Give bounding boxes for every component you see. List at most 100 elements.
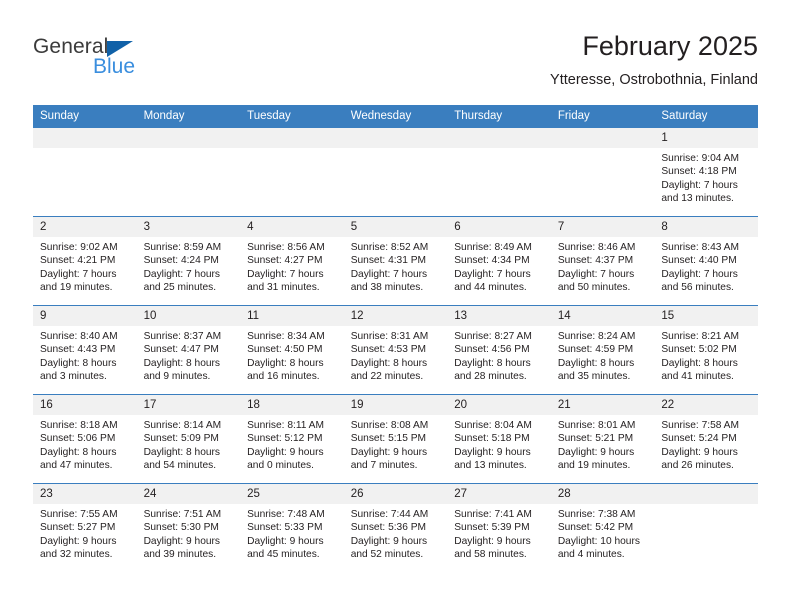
day-number: 5: [343, 217, 448, 237]
sunrise-text: Sunrise: 8:18 AM: [40, 420, 118, 431]
calendar-day-cell[interactable]: 13 Sunrise: 8:27 AM Sunset: 4:56 PM Dayligh…: [447, 305, 551, 395]
daylight-text-line1: Daylight: 9 hours: [143, 535, 221, 547]
sunset-text: Sunset: 5:09 PM: [143, 433, 219, 445]
daylight-text-line1: Daylight: 7 hours: [143, 268, 221, 280]
sunset-text: Sunset: 5:33 PM: [247, 522, 323, 534]
sunrise-text: Sunrise: 9:02 AM: [40, 242, 118, 253]
day-number: 6: [447, 217, 551, 237]
day-number: 8: [654, 217, 758, 237]
calendar-day-cell[interactable]: 26 Sunrise: 7:44 AM Sunset: 5:36 PM Dayligh…: [343, 483, 448, 572]
calendar-day-cell[interactable]: 3 Sunrise: 8:59 AM Sunset: 4:24 PM Daylight…: [136, 216, 241, 306]
calendar-day-cell[interactable]: 16 Sunrise: 8:18 AM Sunset: 5:06 PM Dayligh…: [33, 394, 137, 484]
calendar-day-cell[interactable]: 10 Sunrise: 8:37 AM Sunset: 4:47 PM Dayligh…: [136, 305, 241, 395]
calendar-day-cell[interactable]: 1 Sunrise: 9:04 AM Sunset: 4:18 PM Daylight…: [654, 127, 758, 217]
calendar-day-cell[interactable]: 23 Sunrise: 7:55 AM Sunset: 5:27 PM Dayligh…: [33, 483, 137, 572]
day-cell-inner: 16 Sunrise: 8:18 AM Sunset: 5:06 PM Dayligh…: [33, 395, 137, 483]
day-number: 26: [343, 484, 448, 504]
day-number: 3: [136, 217, 241, 237]
day-number: 13: [447, 306, 551, 326]
day-number: [136, 128, 241, 148]
day-number: [343, 128, 448, 148]
calendar-day-cell[interactable]: 12 Sunrise: 8:31 AM Sunset: 4:53 PM Dayligh…: [343, 305, 448, 395]
daylight-text-line1: Daylight: 7 hours: [661, 179, 738, 191]
sunset-text: Sunset: 4:24 PM: [143, 255, 219, 267]
calendar-day-cell[interactable]: 22 Sunrise: 7:58 AM Sunset: 5:24 PM Dayligh…: [654, 394, 758, 484]
daylight-text-line2: and 41 minutes.: [661, 371, 734, 383]
sunset-text: Sunset: 4:27 PM: [247, 255, 323, 267]
calendar-day-cell-empty: [343, 127, 448, 217]
sunset-text: Sunset: 4:34 PM: [454, 255, 530, 267]
day-cell-inner: 24 Sunrise: 7:51 AM Sunset: 5:30 PM Dayligh…: [136, 484, 241, 572]
calendar-day-cell[interactable]: 25 Sunrise: 7:48 AM Sunset: 5:33 PM Dayligh…: [240, 483, 344, 572]
sunset-text: Sunset: 4:21 PM: [40, 255, 116, 267]
sunrise-text: Sunrise: 8:21 AM: [661, 331, 739, 342]
calendar-day-cell[interactable]: 15 Sunrise: 8:21 AM Sunset: 5:02 PM Dayligh…: [654, 305, 758, 395]
logo-text-blue: Blue: [93, 55, 136, 78]
day-number: 20: [447, 395, 551, 415]
title-block: February 2025 Ytteresse, Ostrobothnia, F…: [550, 30, 758, 90]
daylight-text-line2: and 54 minutes.: [143, 460, 217, 472]
day-cell-inner: 22 Sunrise: 7:58 AM Sunset: 5:24 PM Dayligh…: [654, 395, 758, 483]
calendar-day-cell[interactable]: 8 Sunrise: 8:43 AM Sunset: 4:40 PM Daylight…: [654, 216, 758, 306]
day-details: Sunrise: 8:34 AM Sunset: 4:50 PM Daylight:…: [240, 326, 344, 384]
calendar-day-cell[interactable]: 7 Sunrise: 8:46 AM Sunset: 4:37 PM Daylight…: [550, 216, 655, 306]
calendar-day-cell-empty: [550, 127, 655, 217]
sunset-text: Sunset: 5:21 PM: [557, 433, 634, 445]
daylight-text-line1: Daylight: 7 hours: [350, 268, 428, 280]
day-number: 4: [240, 217, 344, 237]
calendar-day-cell[interactable]: 19 Sunrise: 8:08 AM Sunset: 5:15 PM Dayligh…: [343, 394, 448, 484]
calendar-week-row: 2 Sunrise: 9:02 AM Sunset: 4:21 PM Daylight…: [33, 216, 758, 306]
daylight-text-line2: and 45 minutes.: [247, 549, 320, 561]
calendar-day-cell[interactable]: 14 Sunrise: 8:24 AM Sunset: 4:59 PM Dayligh…: [550, 305, 655, 395]
day-cell-inner: 19 Sunrise: 8:08 AM Sunset: 5:15 PM Dayligh…: [343, 395, 448, 483]
sunset-text: Sunset: 4:59 PM: [557, 344, 634, 356]
calendar-day-cell[interactable]: 11 Sunrise: 8:34 AM Sunset: 4:50 PM Dayligh…: [240, 305, 344, 395]
daylight-text-line1: Daylight: 9 hours: [454, 535, 531, 547]
day-cell-inner: 2 Sunrise: 9:02 AM Sunset: 4:21 PM Daylight…: [33, 217, 137, 305]
day-cell-inner: 21 Sunrise: 8:01 AM Sunset: 5:21 PM Dayligh…: [550, 395, 655, 483]
sunset-text: Sunset: 4:56 PM: [454, 344, 530, 356]
sunrise-text: Sunrise: 8:34 AM: [247, 331, 325, 342]
calendar-day-cell[interactable]: 24 Sunrise: 7:51 AM Sunset: 5:30 PM Dayligh…: [136, 483, 241, 572]
day-cell-inner: 17 Sunrise: 8:14 AM Sunset: 5:09 PM Dayligh…: [136, 395, 241, 483]
calendar-day-cell[interactable]: 27 Sunrise: 7:41 AM Sunset: 5:39 PM Dayligh…: [447, 483, 551, 572]
sunrise-text: Sunrise: 8:52 AM: [350, 242, 429, 253]
calendar-day-cell[interactable]: 21 Sunrise: 8:01 AM Sunset: 5:21 PM Dayligh…: [550, 394, 655, 484]
day-details: Sunrise: 8:08 AM Sunset: 5:15 PM Daylight:…: [344, 415, 448, 473]
day-number: 7: [550, 217, 655, 237]
day-number: 16: [33, 395, 137, 415]
calendar-day-cell[interactable]: 6 Sunrise: 8:49 AM Sunset: 4:34 PM Daylight…: [447, 216, 551, 306]
daylight-text-line2: and 22 minutes.: [350, 371, 424, 383]
sunrise-text: Sunrise: 8:46 AM: [557, 242, 636, 253]
daylight-text-line1: Daylight: 8 hours: [247, 357, 324, 369]
calendar-day-cell[interactable]: 18 Sunrise: 8:11 AM Sunset: 5:12 PM Dayligh…: [240, 394, 344, 484]
day-details: Sunrise: 7:44 AM Sunset: 5:36 PM Daylight:…: [344, 504, 448, 562]
calendar-day-cell[interactable]: 9 Sunrise: 8:40 AM Sunset: 4:43 PM Daylight…: [33, 305, 137, 395]
day-details: Sunrise: 9:04 AM Sunset: 4:18 PM Daylight:…: [654, 148, 758, 206]
day-cell-inner: 6 Sunrise: 8:49 AM Sunset: 4:34 PM Daylight…: [447, 217, 551, 305]
weekday-header-tuesday: Tuesday: [240, 105, 344, 128]
calendar-day-cell[interactable]: 28 Sunrise: 7:38 AM Sunset: 5:42 PM Dayligh…: [550, 483, 655, 572]
day-cell-inner: 15 Sunrise: 8:21 AM Sunset: 5:02 PM Dayligh…: [654, 306, 758, 394]
calendar-day-cell[interactable]: 4 Sunrise: 8:56 AM Sunset: 4:27 PM Daylight…: [240, 216, 344, 306]
sunrise-text: Sunrise: 8:27 AM: [454, 331, 532, 342]
sunrise-text: Sunrise: 7:51 AM: [143, 509, 222, 520]
day-cell-inner: [33, 128, 137, 216]
sunset-text: Sunset: 4:50 PM: [247, 344, 323, 356]
day-details: Sunrise: 7:55 AM Sunset: 5:27 PM Daylight:…: [33, 504, 137, 562]
daylight-text-line1: Daylight: 9 hours: [247, 446, 324, 458]
calendar-day-cell[interactable]: 2 Sunrise: 9:02 AM Sunset: 4:21 PM Daylight…: [33, 216, 137, 306]
day-number: 23: [33, 484, 137, 504]
weekday-header-wednesday: Wednesday: [343, 105, 448, 128]
day-cell-inner: 14 Sunrise: 8:24 AM Sunset: 4:59 PM Dayligh…: [550, 306, 655, 394]
day-details: Sunrise: 8:24 AM Sunset: 4:59 PM Daylight:…: [551, 326, 655, 384]
calendar-day-cell[interactable]: 17 Sunrise: 8:14 AM Sunset: 5:09 PM Dayligh…: [136, 394, 241, 484]
day-cell-inner: 1 Sunrise: 9:04 AM Sunset: 4:18 PM Daylight…: [654, 128, 758, 216]
sunset-text: Sunset: 4:40 PM: [661, 255, 737, 267]
calendar-day-cell[interactable]: 5 Sunrise: 8:52 AM Sunset: 4:31 PM Daylight…: [343, 216, 448, 306]
sunset-text: Sunset: 4:37 PM: [557, 255, 634, 267]
calendar-week-row: 9 Sunrise: 8:40 AM Sunset: 4:43 PM Daylight…: [33, 305, 758, 395]
day-details: Sunrise: 7:51 AM Sunset: 5:30 PM Daylight:…: [137, 504, 241, 562]
calendar-day-cell[interactable]: 20 Sunrise: 8:04 AM Sunset: 5:18 PM Dayligh…: [447, 394, 551, 484]
page-title: February 2025: [582, 31, 758, 61]
